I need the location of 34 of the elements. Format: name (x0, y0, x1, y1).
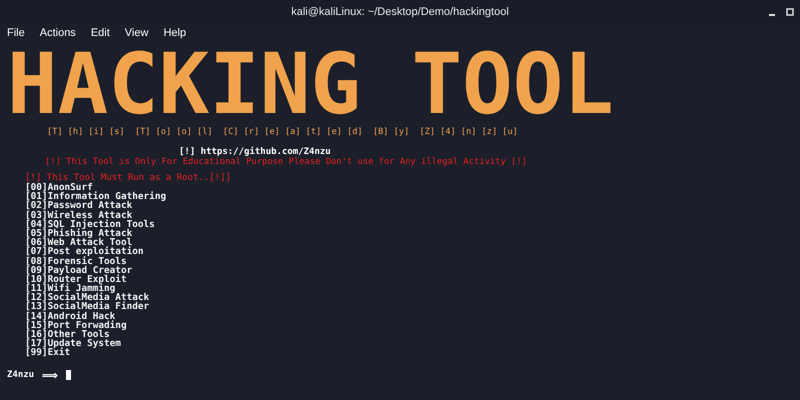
menu-option: [06]Web Attack Tool (25, 238, 800, 248)
menu-option: [16]Other Tools (25, 330, 800, 340)
banner-title: HACKING TOOL (7, 40, 615, 128)
menu-item[interactable]: Actions (40, 27, 76, 39)
menu-option: [09]Payload Creator (25, 266, 800, 275)
menu-item[interactable]: View (124, 27, 148, 39)
banner-subtitle: [T] [h] [i] [s] [T] [o] [o] [l] [C] [r] [e] [a] [t] [e] [d] [B] [y] [Z] [4] [n] [z] [u] (47, 126, 519, 138)
menu-option: [07]Post exploitation (25, 247, 800, 256)
menu-option: [00]AnonSurf (25, 183, 800, 192)
text-cursor (66, 370, 72, 380)
menu-option: [14]Android Hack (25, 312, 800, 321)
prompt-arrow: ⟹ (42, 368, 58, 382)
menu-item[interactable]: Help (163, 27, 186, 39)
prompt-label: Z4nzu (7, 370, 34, 380)
menu-option: [04]SQL Injection Tools (25, 220, 800, 229)
root-warning: [!] This Tool Must Run as a Root..[!]] (25, 173, 232, 183)
menu-option: [99]Exit (25, 348, 800, 358)
menu-option: [02]Password Attack (25, 201, 800, 211)
menu-option: [03]Wireless Attack (25, 210, 800, 220)
menu-option: [08]Forensic Tools (25, 256, 800, 266)
menu-option: [13]SocialMedia Finder (25, 302, 800, 312)
menu-option: [01]Information Gathering (25, 192, 800, 202)
github-line: [!] https://github.com/Z4nzu (179, 147, 332, 157)
menu-option: [05]Phishing Attack (25, 228, 800, 238)
warning-text: [!] This Tool is Only For Educational Purpose Please Don't use for Any illegal Activity [!] (45, 157, 528, 167)
menu-option: [10]Router Exploit (25, 274, 800, 284)
menu-item[interactable]: File (7, 27, 25, 39)
menu-option: [11]Wifi Jamming (25, 284, 800, 294)
window-title: kali@kaliLinux: ~/Desktop/Demo/hackingtool (291, 6, 509, 18)
menu-item[interactable]: Edit (90, 27, 110, 39)
menu-option: [17]Update System (25, 339, 800, 348)
maximize-icon[interactable] (786, 8, 794, 16)
menu-option: [15]Port Forwading (25, 320, 800, 330)
menu-option: [12]SocialMedia Attack (25, 293, 800, 302)
